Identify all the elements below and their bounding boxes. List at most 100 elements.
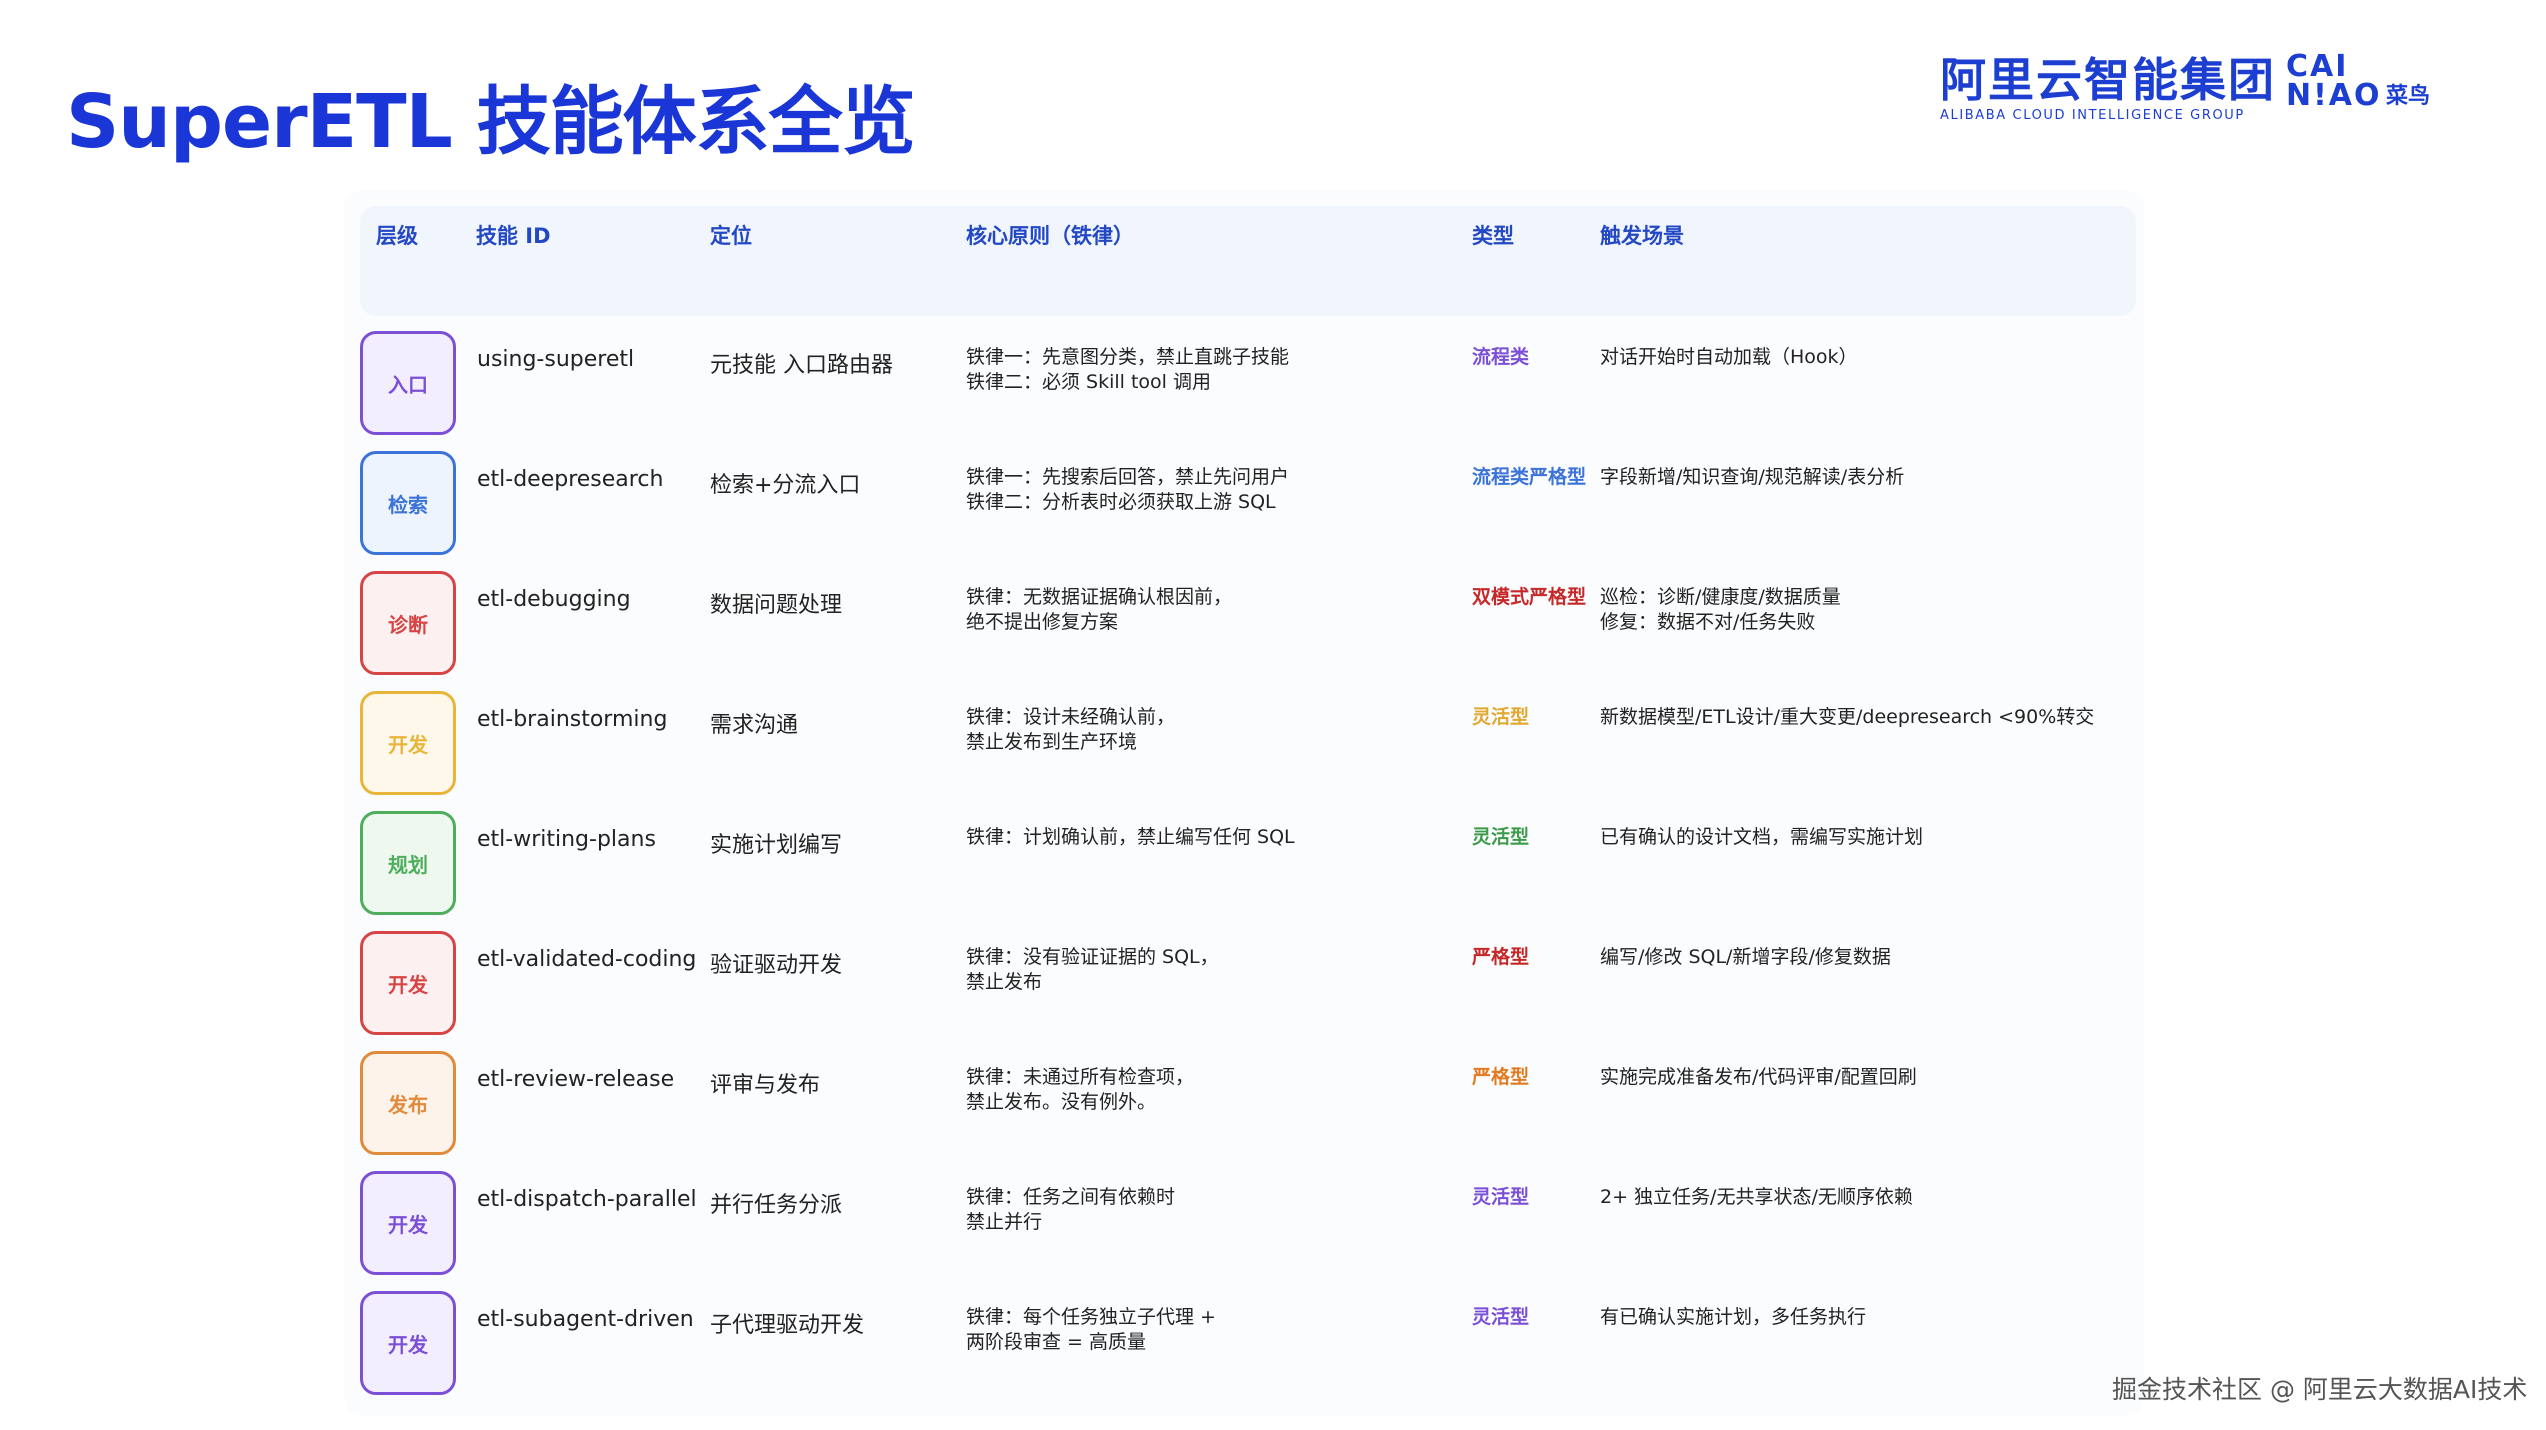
type-tag: 流程类 bbox=[1472, 466, 1530, 488]
type-tag: 流程类 bbox=[1472, 346, 1530, 368]
skill-id: etl-brainstorming bbox=[477, 707, 668, 732]
table-row: 入口 using-superetl 元技能 入口路由器 铁律一：先意图分类，禁止直跳子… bbox=[0, 331, 2546, 441]
trigger-line: 2+ 独立任务/无共享状态/无顺序依赖 bbox=[1600, 1186, 1913, 1208]
skill-position: 需求沟通 bbox=[710, 713, 799, 738]
principle-line: 铁律一：先意图分类，禁止直跳子技能 bbox=[966, 346, 1290, 368]
skill-position: 实施计划编写 bbox=[710, 833, 843, 858]
principle-cell: 铁律：没有验证证据的 SQL， 禁止发布 bbox=[966, 945, 1219, 995]
trigger-line: 修复：数据不对/任务失败 bbox=[1600, 611, 1816, 633]
skill-position: 评审与发布 bbox=[710, 1073, 821, 1098]
type-cell: 流程类 bbox=[1472, 345, 1529, 369]
skill-position: 并行任务分派 bbox=[710, 1193, 843, 1218]
principle-cell: 铁律：每个任务独立子代理 + 两阶段审查 = 高质量 bbox=[966, 1305, 1216, 1355]
type-tag: 严格型 bbox=[1529, 466, 1587, 488]
skill-id: etl-writing-plans bbox=[477, 827, 656, 852]
table-row: 诊断 etl-debugging 数据问题处理 铁律：无数据证据确认根因前， 绝不提出修… bbox=[0, 571, 2546, 681]
principle-line: 铁律：每个任务独立子代理 + bbox=[966, 1306, 1216, 1328]
cainiao-logo-bottom: N!AO bbox=[2286, 78, 2382, 113]
type-cell: 灵活型 bbox=[1472, 1305, 1529, 1329]
header-level: 层级 bbox=[376, 224, 418, 248]
header-trigger: 触发场景 bbox=[1600, 224, 1684, 248]
skill-position: 元技能 入口路由器 bbox=[710, 353, 893, 378]
principle-cell: 铁律一：先意图分类，禁止直跳子技能 铁律二：必须 Skill tool 调用 bbox=[966, 345, 1289, 395]
principle-line: 禁止发布到生产环境 bbox=[966, 731, 1138, 753]
principle-line: 铁律二：必须 Skill tool 调用 bbox=[966, 371, 1211, 393]
principle-cell: 铁律一：先搜索后回答，禁止先问用户 铁律二：分析表时必须获取上游 SQL bbox=[966, 465, 1289, 515]
skill-position: 检索+分流入口 bbox=[710, 473, 861, 498]
alibaba-cloud-logo: 阿里云智能集团 ALIBABA CLOUD INTELLIGENCE GROUP bbox=[1940, 52, 2276, 123]
skill-position: 数据问题处理 bbox=[710, 593, 843, 618]
trigger-line: 编写/修改 SQL/新增字段/修复数据 bbox=[1600, 946, 1891, 968]
trigger-line: 巡检：诊断/健康度/数据质量 bbox=[1600, 586, 1841, 608]
principle-cell: 铁律：计划确认前，禁止编写任何 SQL bbox=[966, 825, 1295, 850]
skill-id: etl-dispatch-parallel bbox=[477, 1187, 697, 1212]
principle-cell: 铁律：任务之间有依赖时 禁止并行 bbox=[966, 1185, 1175, 1235]
type-tag: 灵活型 bbox=[1472, 706, 1530, 728]
table-row: 规划 etl-writing-plans 实施计划编写 铁律：计划确认前，禁止编写任何… bbox=[0, 811, 2546, 921]
principle-line: 铁律：无数据证据确认根因前， bbox=[966, 586, 1233, 608]
header-skill-id: 技能 ID bbox=[476, 224, 551, 248]
principle-cell: 铁律：未通过所有检查项， 禁止发布。没有例外。 bbox=[966, 1065, 1194, 1115]
type-cell: 严格型 bbox=[1472, 1065, 1529, 1089]
principle-line: 铁律二：分析表时必须获取上游 SQL bbox=[966, 491, 1276, 513]
trigger-line: 对话开始时自动加载（Hook） bbox=[1600, 346, 1858, 368]
skill-id: etl-subagent-driven bbox=[477, 1307, 694, 1332]
level-badge: 开发 bbox=[360, 1171, 456, 1275]
type-tag: 灵活型 bbox=[1472, 1186, 1530, 1208]
trigger-cell: 字段新增/知识查询/规范解读/表分析 bbox=[1600, 465, 1904, 490]
type-tag: 双模式 bbox=[1472, 586, 1530, 608]
principle-line: 禁止发布 bbox=[966, 971, 1043, 993]
level-badge: 开发 bbox=[360, 691, 456, 795]
table-row: 发布 etl-review-release 评审与发布 铁律：未通过所有检查项， 禁止发… bbox=[0, 1051, 2546, 1161]
type-tag: 严格型 bbox=[1529, 586, 1587, 608]
table-row: 开发 etl-dispatch-parallel 并行任务分派 铁律：任务之间有依赖时… bbox=[0, 1171, 2546, 1281]
trigger-cell: 已有确认的设计文档，需编写实施计划 bbox=[1600, 825, 1923, 850]
page-title: SuperETL 技能体系全览 bbox=[66, 79, 916, 165]
principle-line: 铁律：没有验证证据的 SQL， bbox=[966, 946, 1219, 968]
type-tag: 严格型 bbox=[1472, 946, 1530, 968]
type-cell: 灵活型 bbox=[1472, 1185, 1529, 1209]
principle-line: 绝不提出修复方案 bbox=[966, 611, 1119, 633]
principle-line: 铁律：设计未经确认前， bbox=[966, 706, 1176, 728]
type-cell: 灵活型 bbox=[1472, 825, 1529, 849]
level-badge: 诊断 bbox=[360, 571, 456, 675]
header-position: 定位 bbox=[710, 224, 752, 248]
trigger-line: 已有确认的设计文档，需编写实施计划 bbox=[1600, 826, 1924, 848]
type-tag: 灵活型 bbox=[1472, 826, 1530, 848]
principle-line: 铁律：未通过所有检查项， bbox=[966, 1066, 1195, 1088]
principle-line: 铁律：任务之间有依赖时 bbox=[966, 1186, 1176, 1208]
trigger-cell: 编写/修改 SQL/新增字段/修复数据 bbox=[1600, 945, 1891, 970]
trigger-cell: 巡检：诊断/健康度/数据质量 修复：数据不对/任务失败 bbox=[1600, 585, 1841, 635]
trigger-cell: 对话开始时自动加载（Hook） bbox=[1600, 345, 1858, 370]
principle-line: 禁止并行 bbox=[966, 1211, 1043, 1233]
trigger-cell: 实施完成准备发布/代码评审/配置回刷 bbox=[1600, 1065, 1917, 1090]
table-header-bar bbox=[360, 206, 2136, 316]
type-cell: 严格型 bbox=[1472, 945, 1529, 969]
principle-line: 铁律一：先搜索后回答，禁止先问用户 bbox=[966, 466, 1290, 488]
skill-id: etl-validated-coding bbox=[477, 947, 697, 972]
alibaba-cloud-logo-en: ALIBABA CLOUD INTELLIGENCE GROUP bbox=[1940, 108, 2245, 123]
header-principle: 核心原则（铁律） bbox=[966, 224, 1134, 248]
skill-id: etl-debugging bbox=[477, 587, 631, 612]
type-tag: 灵活型 bbox=[1472, 1306, 1530, 1328]
trigger-cell: 新数据模型/ETL设计/重大变更/deepresearch <90%转交 bbox=[1600, 705, 2094, 730]
level-badge: 入口 bbox=[360, 331, 456, 435]
level-badge: 检索 bbox=[360, 451, 456, 555]
table-row: 开发 etl-brainstorming 需求沟通 铁律：设计未经确认前， 禁止发布到生… bbox=[0, 691, 2546, 801]
header-type: 类型 bbox=[1472, 224, 1514, 248]
skill-position: 验证驱动开发 bbox=[710, 953, 843, 978]
skill-id: etl-review-release bbox=[477, 1067, 675, 1092]
trigger-line: 字段新增/知识查询/规范解读/表分析 bbox=[1600, 466, 1905, 488]
level-badge: 开发 bbox=[360, 1291, 456, 1395]
skill-id: using-superetl bbox=[477, 347, 635, 372]
level-badge: 规划 bbox=[360, 811, 456, 915]
trigger-line: 实施完成准备发布/代码评审/配置回刷 bbox=[1600, 1066, 1917, 1088]
cainiao-logo-cn: 菜鸟 bbox=[2386, 84, 2431, 109]
skill-id: etl-deepresearch bbox=[477, 467, 664, 492]
cainiao-logo: CAI N!AO 菜鸟 bbox=[2286, 52, 2446, 112]
alibaba-cloud-logo-cn: 阿里云智能集团 bbox=[1940, 53, 2276, 107]
principle-cell: 铁律：无数据证据确认根因前， 绝不提出修复方案 bbox=[966, 585, 1232, 635]
trigger-cell: 2+ 独立任务/无共享状态/无顺序依赖 bbox=[1600, 1185, 1913, 1210]
trigger-line: 有已确认实施计划，多任务执行 bbox=[1600, 1306, 1867, 1328]
level-badge: 发布 bbox=[360, 1051, 456, 1155]
